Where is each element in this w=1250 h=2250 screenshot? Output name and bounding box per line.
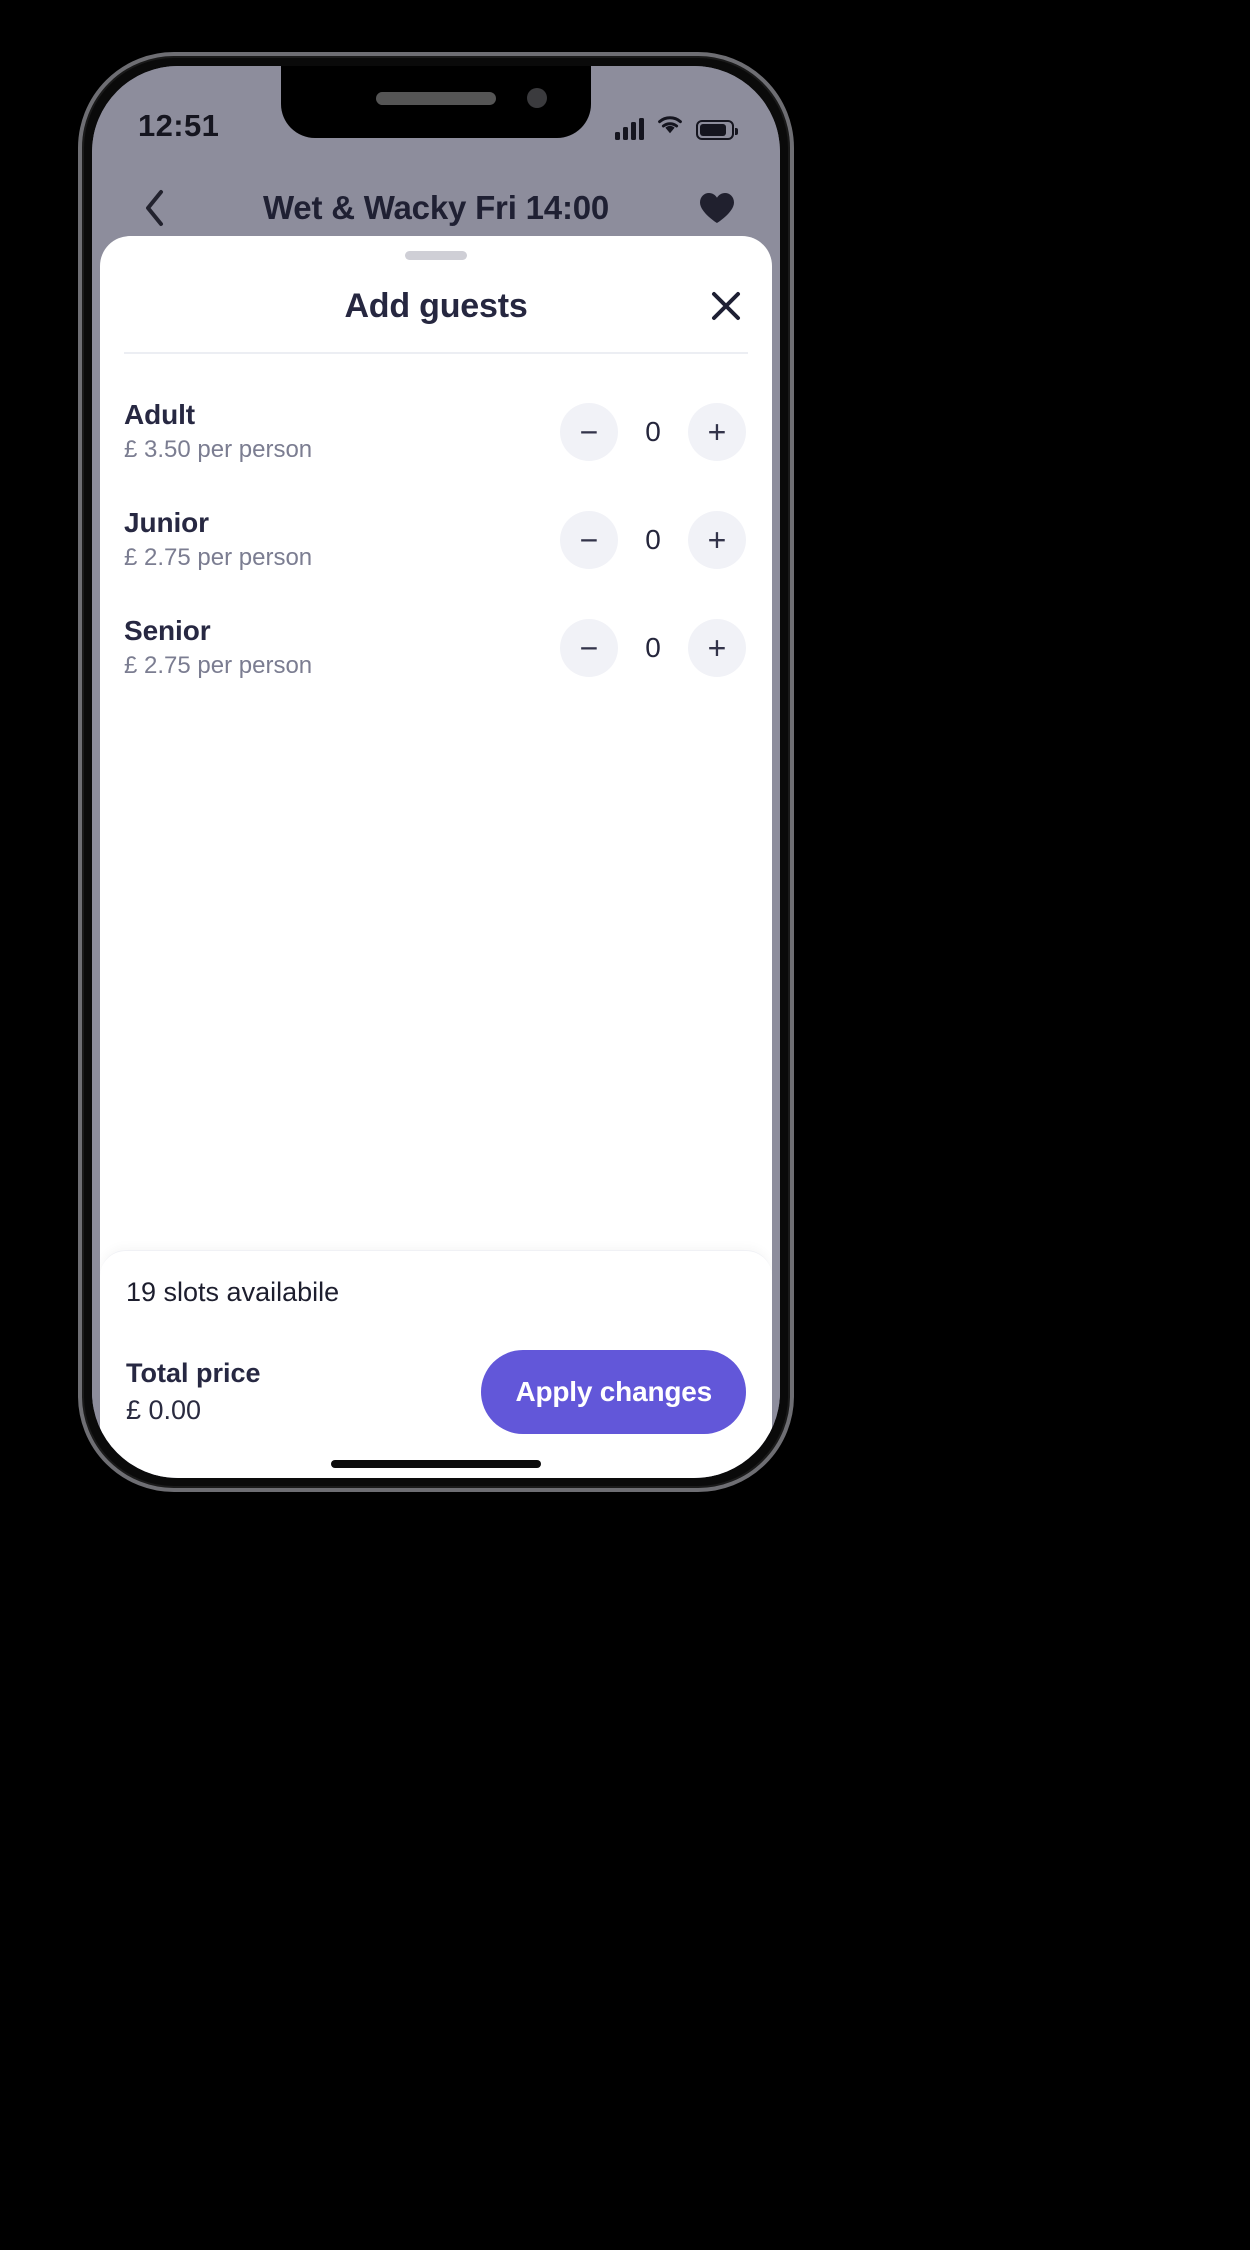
guest-row-adult: Adult £ 3.50 per person − 0 +: [100, 378, 772, 486]
front-camera: [527, 88, 547, 108]
guest-info: Adult £ 3.50 per person: [124, 399, 312, 464]
total-price-value: £ 0.00: [126, 1395, 202, 1425]
sheet-title: Add guests: [344, 286, 528, 325]
guest-name: Junior: [124, 507, 209, 538]
screen: 12:51 Wet & Wacky Fri 14:00 Add guests A…: [92, 66, 780, 1478]
apply-changes-button[interactable]: Apply changes: [481, 1350, 746, 1434]
guest-price: £ 3.50 per person: [124, 436, 313, 463]
device-notch: [281, 66, 591, 138]
close-x-icon: [712, 292, 740, 320]
increment-button[interactable]: +: [688, 402, 746, 461]
decrement-button[interactable]: −: [560, 510, 618, 569]
guest-name: Senior: [124, 615, 211, 646]
guest-info: Junior £ 2.75 per person: [124, 507, 312, 572]
guest-count: 0: [645, 523, 661, 555]
heart-filled-icon: [700, 193, 734, 223]
sheet-header: Add guests: [100, 260, 772, 352]
battery-icon: [696, 119, 738, 140]
guest-price: £ 2.75 per person: [124, 652, 313, 679]
total-price-label: Total price: [126, 1358, 261, 1388]
quantity-stepper: − 0 +: [560, 510, 746, 569]
guest-row-senior: Senior £ 2.75 per person − 0 +: [100, 594, 772, 702]
close-button[interactable]: [700, 280, 752, 332]
quantity-stepper: − 0 +: [560, 618, 746, 677]
page-title: Wet & Wacky Fri 14:00: [262, 189, 610, 226]
status-time: 12:51: [138, 108, 220, 143]
guest-info: Senior £ 2.75 per person: [124, 615, 312, 680]
signal-bars-icon: [615, 117, 644, 140]
total-price-block: Total price £ 0.00: [126, 1358, 261, 1426]
decrement-button[interactable]: −: [560, 618, 618, 677]
phone-screen-area: 12:51 Wet & Wacky Fri 14:00 Add guests A…: [92, 66, 780, 1478]
increment-button[interactable]: +: [688, 618, 746, 677]
guest-name: Adult: [124, 399, 196, 430]
back-button[interactable]: [132, 185, 178, 231]
footer-bottom-row: Total price £ 0.00 Apply changes: [126, 1350, 746, 1460]
increment-button[interactable]: +: [688, 510, 746, 569]
slots-available-text: 19 slots availabile: [126, 1277, 340, 1307]
guest-count: 0: [645, 415, 661, 447]
sheet-drag-handle[interactable]: [405, 251, 467, 260]
decrement-button[interactable]: −: [560, 402, 618, 461]
guest-price: £ 2.75 per person: [124, 544, 313, 571]
quantity-stepper: − 0 +: [560, 402, 746, 461]
guest-count: 0: [645, 631, 661, 663]
add-guests-sheet: Add guests Adult £ 3.50 per person − 0 +…: [100, 236, 772, 1478]
guest-type-list: Adult £ 3.50 per person − 0 + Junior £ 2…: [100, 354, 772, 1251]
status-icons: [615, 89, 738, 140]
phone-frame: 12:51 Wet & Wacky Fri 14:00 Add guests A…: [78, 52, 794, 1492]
sheet-footer: 19 slots availabile Total price £ 0.00 A…: [100, 1250, 772, 1478]
favourite-button[interactable]: [694, 185, 740, 231]
earpiece-speaker: [376, 92, 496, 105]
wifi-icon: [656, 113, 684, 140]
chevron-left-icon: [146, 190, 163, 226]
guest-row-junior: Junior £ 2.75 per person − 0 +: [100, 486, 772, 594]
home-indicator: [331, 1460, 541, 1468]
